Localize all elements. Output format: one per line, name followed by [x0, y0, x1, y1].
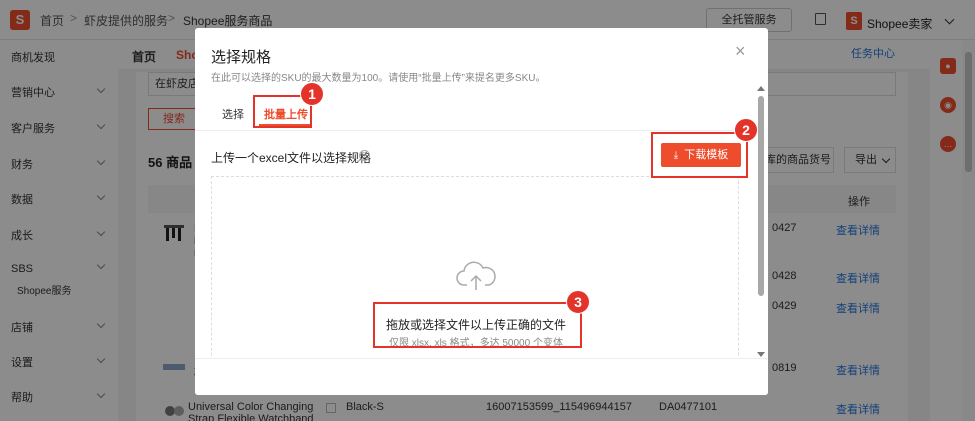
modal-scrollbar-thumb[interactable] — [758, 96, 764, 296]
step-badge: 3 — [566, 290, 590, 314]
tab-select[interactable]: 选择 — [222, 106, 244, 122]
modal-scrollbar[interactable] — [757, 86, 765, 358]
tab-divider — [195, 130, 753, 131]
scroll-up-icon[interactable] — [757, 86, 765, 91]
step-badge: 1 — [300, 82, 324, 106]
help-icon[interactable]: ? — [359, 150, 370, 161]
step-badge: 2 — [734, 118, 758, 142]
close-icon[interactable]: × — [735, 42, 746, 60]
modal-title: 选择规格 — [211, 49, 272, 66]
modal-subtitle: 在此可以选择的SKU的最大数量为100。请使用“批量上传”来提名更多SKU。 — [211, 73, 546, 84]
modal-footer — [195, 358, 768, 395]
scroll-down-icon[interactable] — [757, 352, 765, 357]
highlight-box-dropzone — [373, 302, 582, 348]
upload-label: 上传一个excel文件以选择规格 — [211, 151, 372, 165]
highlight-box-download — [651, 132, 748, 178]
cloud-upload-icon — [456, 261, 496, 290]
